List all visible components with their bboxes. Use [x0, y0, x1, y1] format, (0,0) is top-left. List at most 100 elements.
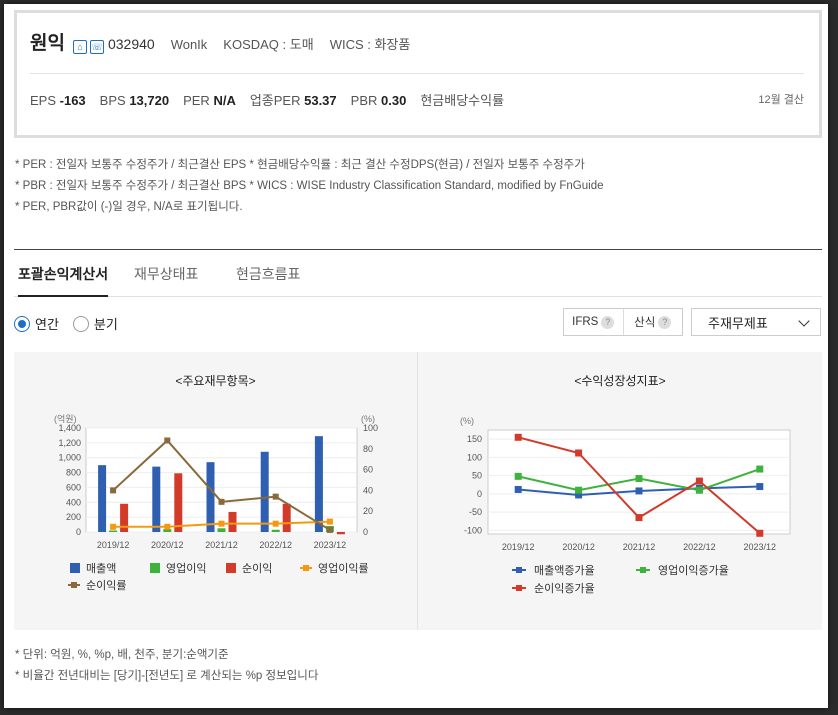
- point-영업이익증가율: [514, 472, 522, 480]
- point-영업이익률: [272, 520, 279, 527]
- radio-quarterly[interactable]: [72, 315, 89, 332]
- period-toggle: 연간 분기: [14, 314, 118, 333]
- bar-영업이익: [271, 529, 280, 532]
- section-divider: [14, 249, 822, 250]
- y-tick-label-right: 60: [363, 465, 373, 475]
- legend-label: 매출액증가율: [534, 564, 595, 577]
- metric-industry-per: 업종PER 53.37: [249, 93, 337, 108]
- legend-swatch: [70, 563, 80, 573]
- statement-tabs: 포괄손익계산서 재무상태표 현금흐름표: [14, 260, 822, 297]
- legend-label: 영업이익증가율: [658, 564, 729, 577]
- y-unit-left: (억원): [54, 413, 77, 424]
- point-순이익률: [272, 493, 279, 500]
- y-unit-right: (%): [361, 414, 375, 424]
- point-순이익증가율: [514, 433, 522, 441]
- metric-pbr: PBR 0.30: [350, 93, 407, 108]
- y-tick-label-left: 400: [66, 497, 81, 507]
- metric-dividend-yield: 현금배당수익률: [420, 93, 505, 108]
- point-순이익증가율: [635, 514, 643, 522]
- legend-swatch-marker: [640, 567, 646, 573]
- bar-매출액: [98, 465, 107, 532]
- bar-매출액: [152, 466, 161, 532]
- legend-swatch: [226, 563, 236, 573]
- x-tick-label: 2020/12: [562, 542, 595, 552]
- bar-순이익: [174, 473, 183, 532]
- tab-balance-sheet[interactable]: 재무상태표: [134, 264, 198, 295]
- y-tick-label-left: 1,400: [58, 423, 81, 433]
- y-tick-label-left: 600: [66, 482, 81, 492]
- x-tick-label: 2021/12: [623, 542, 656, 552]
- legend-swatch-marker: [303, 565, 309, 571]
- y-tick-label: 50: [472, 471, 482, 481]
- x-tick-label: 2023/12: [314, 540, 347, 550]
- y-tick-label-right: 100: [363, 423, 378, 433]
- y-tick-label-left: 200: [66, 512, 81, 522]
- point-순이익률: [164, 437, 171, 444]
- point-매출액증가율: [514, 485, 522, 493]
- point-순이익률: [326, 526, 333, 533]
- ifrs-option[interactable]: IFRS?: [564, 315, 623, 329]
- bar-영업이익: [109, 530, 118, 532]
- point-영업이익증가율: [695, 486, 703, 494]
- point-매출액증가율: [756, 483, 764, 491]
- home-icon[interactable]: ⌂: [72, 40, 87, 54]
- definition-notes: * PER : 전일자 보통주 수정주가 / 최근결산 EPS * 현금배당수익…: [15, 155, 603, 218]
- main-financials-chart: 0 200 400 600 800 1,000 1,200 1,400 0 20 40 60 80 100…: [54, 413, 378, 592]
- help-icon[interactable]: ?: [601, 315, 615, 329]
- y-tick-label: 0: [477, 489, 482, 499]
- point-영업이익률: [164, 523, 171, 530]
- point-영업이익률: [218, 520, 225, 527]
- market-sector: KOSDAQ : 도매: [223, 37, 314, 52]
- point-매출액증가율: [635, 487, 643, 495]
- point-순이익증가율: [695, 477, 703, 485]
- y-tick-label-right: 20: [363, 506, 373, 516]
- wics-sector: WICS : 화장품: [329, 37, 411, 52]
- statement-type-value: 주재무제표: [708, 315, 768, 331]
- note-line: * PBR : 전일자 보통주 수정주가 / 최근결산 BPS * WICS :…: [15, 180, 604, 192]
- radio-quarterly-label[interactable]: 분기: [94, 314, 118, 333]
- bar-영업이익: [217, 528, 226, 532]
- english-name: WonIk: [170, 37, 208, 52]
- ir-icon[interactable]: ☏: [89, 40, 104, 54]
- y-unit: (%): [460, 416, 474, 426]
- legend-label: 순이익률: [86, 579, 126, 592]
- y-tick-label: -100: [464, 525, 482, 535]
- point-영업이익률: [326, 518, 333, 525]
- formula-option[interactable]: 산식?: [622, 309, 683, 335]
- bar-매출액: [314, 436, 323, 532]
- bar-순이익: [228, 511, 237, 532]
- note-line: * PER : 전일자 보통주 수정주가 / 최근결산 EPS * 현금배당수익…: [15, 159, 585, 171]
- point-순이익증가율: [575, 449, 583, 457]
- metric-bps: BPS 13,720: [99, 93, 170, 108]
- point-영업이익증가율: [575, 486, 583, 494]
- x-tick-label: 2019/12: [97, 540, 130, 550]
- point-영업이익률: [110, 523, 117, 530]
- help-icon[interactable]: ?: [658, 315, 672, 329]
- tab-cash-flow[interactable]: 현금흐름표: [236, 264, 300, 295]
- bar-순이익: [282, 503, 291, 532]
- note-line: * 단위: 억원, %, %p, 배, 천주, 분기:순액기준: [15, 649, 229, 661]
- metric-per: PER N/A: [183, 93, 236, 108]
- point-순이익증가율: [756, 529, 764, 537]
- point-영업이익증가율: [756, 465, 764, 473]
- y-tick-label-left: 0: [76, 527, 81, 537]
- bar-순이익: [336, 532, 345, 535]
- y-tick-label-right: 40: [363, 485, 373, 495]
- statement-type-select[interactable]: 주재무제표: [691, 308, 821, 336]
- bar-매출액: [206, 462, 215, 532]
- radio-annual-label[interactable]: 연간: [35, 314, 59, 333]
- legend-label: 영업이익: [166, 562, 206, 575]
- point-영업이익증가율: [635, 475, 643, 483]
- company-title-row: 원익 ⌂ ☏ 032940 WonIk KOSDAQ : 도매 WICS : 화…: [30, 28, 410, 55]
- x-tick-label: 2019/12: [502, 542, 535, 552]
- x-tick-label: 2023/12: [744, 542, 777, 552]
- y-tick-label-right: 80: [363, 444, 373, 454]
- y-tick-label: -50: [469, 507, 482, 517]
- legend-label: 매출액: [86, 562, 116, 575]
- y-tick-label-left: 1,200: [58, 438, 81, 448]
- bar-매출액: [260, 451, 269, 532]
- chevron-down-icon: [798, 315, 810, 327]
- tab-income-statement[interactable]: 포괄손익계산서: [18, 264, 109, 297]
- radio-annual[interactable]: [14, 315, 30, 332]
- accounting-options: IFRS? 산식?: [563, 308, 683, 336]
